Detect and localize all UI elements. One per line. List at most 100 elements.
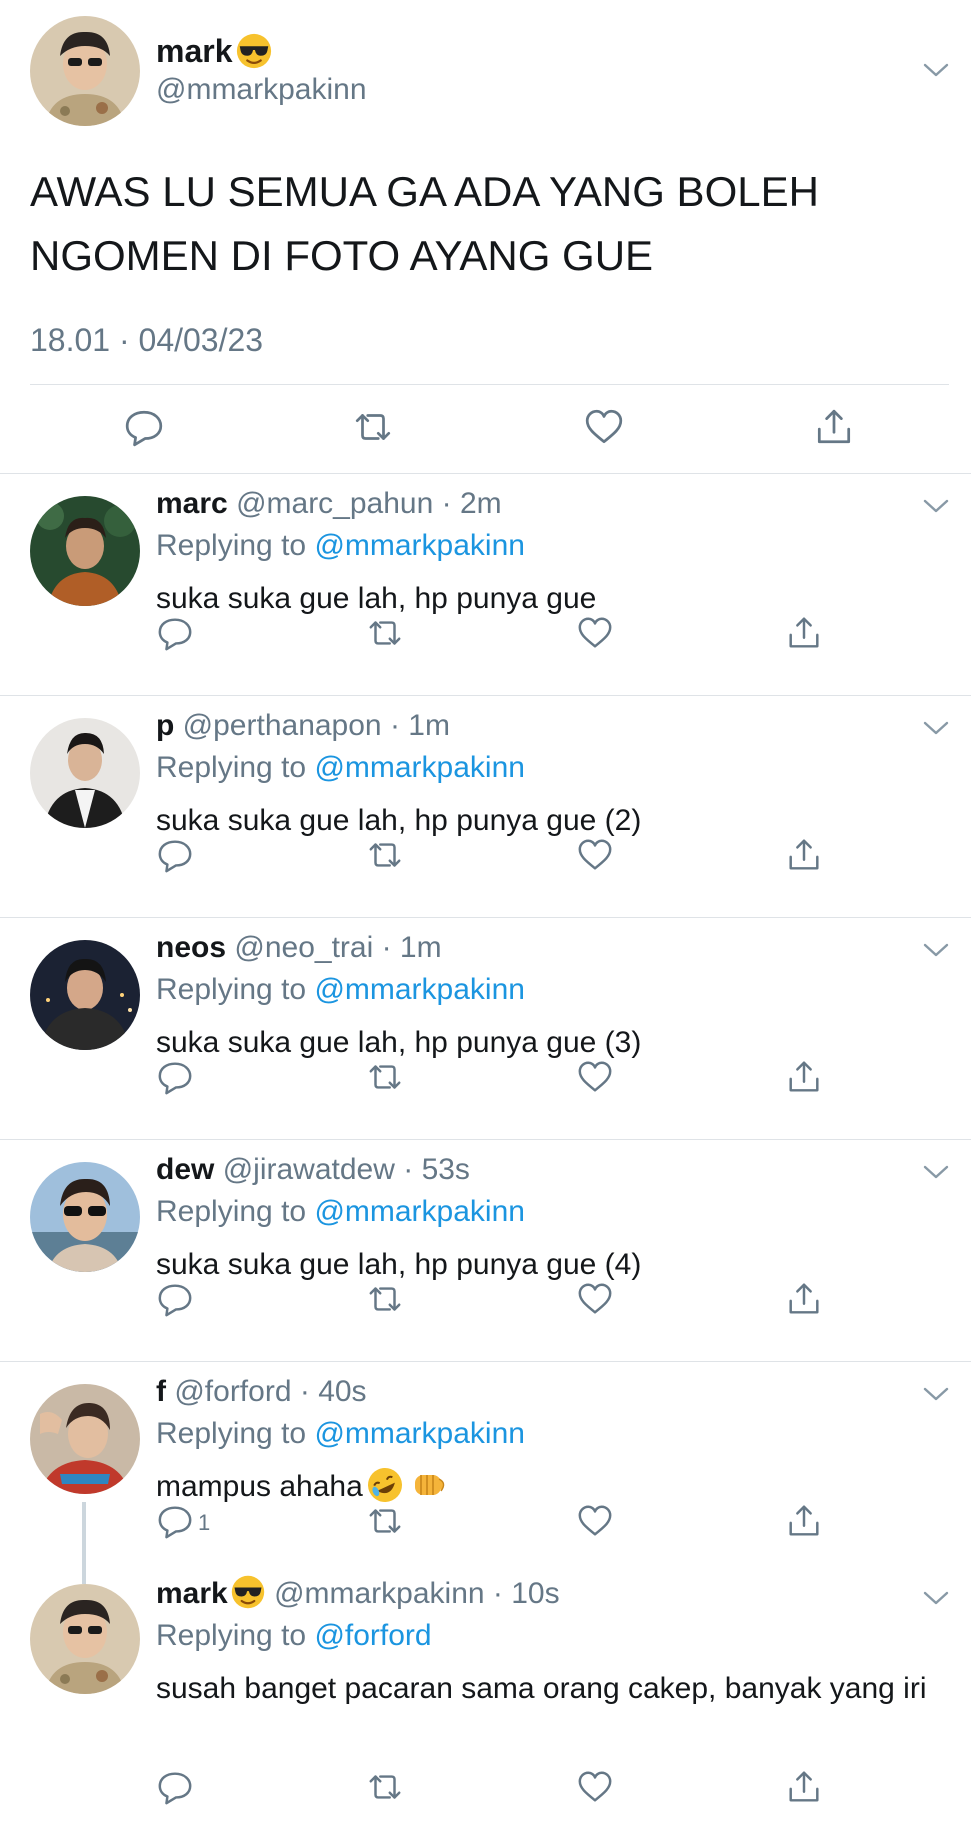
divider: [30, 384, 949, 385]
avatar[interactable]: [30, 1162, 140, 1272]
chevron-down-icon[interactable]: [923, 942, 949, 958]
author-name[interactable]: mark: [156, 32, 273, 70]
replying-to: Replying to @mmarkpakinn: [156, 528, 525, 564]
like-icon[interactable]: [576, 836, 614, 874]
like-icon[interactable]: [576, 1502, 614, 1540]
reply-time[interactable]: 2m: [460, 487, 502, 520]
chevron-down-icon[interactable]: [923, 720, 949, 736]
like-icon[interactable]: [583, 406, 625, 448]
reply-icon[interactable]: [123, 406, 165, 448]
reply-time[interactable]: 1m: [408, 709, 450, 742]
reply-tweet[interactable]: dew @jirawatdew · 53s Replying to @mmark…: [0, 1140, 971, 1361]
reply-tweet[interactable]: neos @neo_trai · 1m Replying to @mmarkpa…: [0, 918, 971, 1139]
retweet-icon[interactable]: [366, 836, 404, 874]
reply-time[interactable]: 1m: [400, 931, 442, 964]
author-name[interactable]: dew: [156, 1153, 214, 1186]
reply-time[interactable]: 40s: [318, 1375, 366, 1408]
author-name[interactable]: marc: [156, 487, 228, 520]
author-handle[interactable]: @jirawatdew: [223, 1153, 395, 1186]
mention-link[interactable]: @mmarkpakinn: [314, 751, 525, 784]
reply-header: marc @marc_pahun · 2m: [156, 486, 502, 522]
like-icon[interactable]: [576, 1058, 614, 1096]
avatar[interactable]: [30, 1584, 140, 1694]
avatar[interactable]: [30, 1384, 140, 1494]
reply-tweet[interactable]: f @forford · 40s Replying to @mmarkpakin…: [0, 1362, 971, 1584]
author-name[interactable]: f: [156, 1375, 166, 1408]
reply-icon[interactable]: [156, 1502, 194, 1540]
reply-icon[interactable]: [156, 1280, 194, 1318]
tweet-timestamp[interactable]: 18.01 · 04/03/23: [30, 322, 263, 359]
reply-count: 1: [198, 1510, 211, 1535]
author-name[interactable]: mark: [156, 1577, 228, 1610]
main-tweet[interactable]: mark @mmarkpakinn AWAS LU SEMUA GA ADA Y…: [0, 0, 971, 473]
mention-link[interactable]: @forford: [314, 1619, 431, 1652]
chevron-down-icon[interactable]: [923, 1386, 949, 1402]
reply-header: mark @mmarkpakinn · 10s: [156, 1576, 560, 1612]
avatar[interactable]: [30, 940, 140, 1050]
reply-icon[interactable]: [156, 1058, 194, 1096]
replying-to: Replying to @forford: [156, 1618, 432, 1654]
chevron-down-icon[interactable]: [923, 1590, 949, 1606]
author-name[interactable]: neos: [156, 931, 226, 964]
share-icon[interactable]: [785, 614, 823, 652]
avatar[interactable]: [30, 718, 140, 828]
reply-header: p @perthanapon · 1m: [156, 708, 450, 744]
chevron-down-icon[interactable]: [923, 1164, 949, 1180]
reply-actions: [0, 1768, 971, 1808]
tweet-actions: [0, 406, 971, 456]
rofl-emoji-icon: [367, 1468, 402, 1503]
dot-separator: ·: [433, 487, 460, 520]
retweet-icon[interactable]: [366, 614, 404, 652]
replying-label: Replying to: [156, 973, 307, 1006]
mention-link[interactable]: @mmarkpakinn: [314, 1417, 525, 1450]
author-handle[interactable]: @neo_trai: [234, 931, 373, 964]
reply-text: susah banget pacaran sama orang cakep, b…: [156, 1672, 927, 1705]
dot-separator: ·: [291, 1375, 319, 1408]
share-icon[interactable]: [785, 1058, 823, 1096]
like-icon[interactable]: [576, 1280, 614, 1318]
reply-icon[interactable]: [156, 1768, 194, 1806]
reply-icon[interactable]: [156, 614, 194, 652]
chevron-down-icon[interactable]: [923, 498, 949, 514]
replying-label: Replying to: [156, 1619, 307, 1652]
mention-link[interactable]: @mmarkpakinn: [314, 1195, 525, 1228]
like-icon[interactable]: [576, 1768, 614, 1806]
author-handle[interactable]: @mmarkpakinn: [274, 1577, 485, 1610]
avatar[interactable]: [30, 496, 140, 606]
reply-time[interactable]: 53s: [422, 1153, 470, 1186]
retweet-icon[interactable]: [366, 1768, 404, 1806]
replying-label: Replying to: [156, 1417, 307, 1450]
author-handle[interactable]: @perthanapon: [183, 709, 382, 742]
avatar[interactable]: [30, 16, 140, 126]
reply-time[interactable]: 10s: [511, 1577, 559, 1610]
fist-emoji-icon: [414, 1475, 445, 1496]
dot-separator: ·: [373, 931, 400, 964]
share-icon[interactable]: [785, 836, 823, 874]
reply-icon[interactable]: [156, 836, 194, 874]
replying-to: Replying to @mmarkpakinn: [156, 972, 525, 1008]
author-handle[interactable]: @mmarkpakinn: [156, 72, 367, 108]
reply-tweet[interactable]: mark @mmarkpakinn · 10s Replying to @for…: [0, 1584, 971, 1830]
retweet-icon[interactable]: [366, 1280, 404, 1318]
author-name[interactable]: p: [156, 709, 174, 742]
share-icon[interactable]: [813, 406, 855, 448]
retweet-icon[interactable]: [352, 406, 394, 448]
reply-actions: [0, 836, 971, 876]
like-icon[interactable]: [576, 614, 614, 652]
reply-tweet[interactable]: p @perthanapon · 1m Replying to @mmarkpa…: [0, 696, 971, 917]
retweet-icon[interactable]: [366, 1502, 404, 1540]
mention-link[interactable]: @mmarkpakinn: [314, 529, 525, 562]
author-name-text: mark: [156, 33, 233, 69]
mention-link[interactable]: @mmarkpakinn: [314, 973, 525, 1006]
retweet-icon[interactable]: [366, 1058, 404, 1096]
dot-separator: ·: [484, 1577, 512, 1610]
author-handle[interactable]: @marc_pahun: [236, 487, 433, 520]
sunglasses-emoji-icon: [230, 1574, 266, 1610]
author-handle[interactable]: @forford: [174, 1375, 291, 1408]
share-icon[interactable]: [785, 1280, 823, 1318]
reply-tweet[interactable]: marc @marc_pahun · 2m Replying to @mmark…: [0, 474, 971, 695]
share-icon[interactable]: [785, 1502, 823, 1540]
chevron-down-icon[interactable]: [923, 62, 949, 78]
share-icon[interactable]: [785, 1768, 823, 1806]
reply-actions: [0, 1058, 971, 1098]
